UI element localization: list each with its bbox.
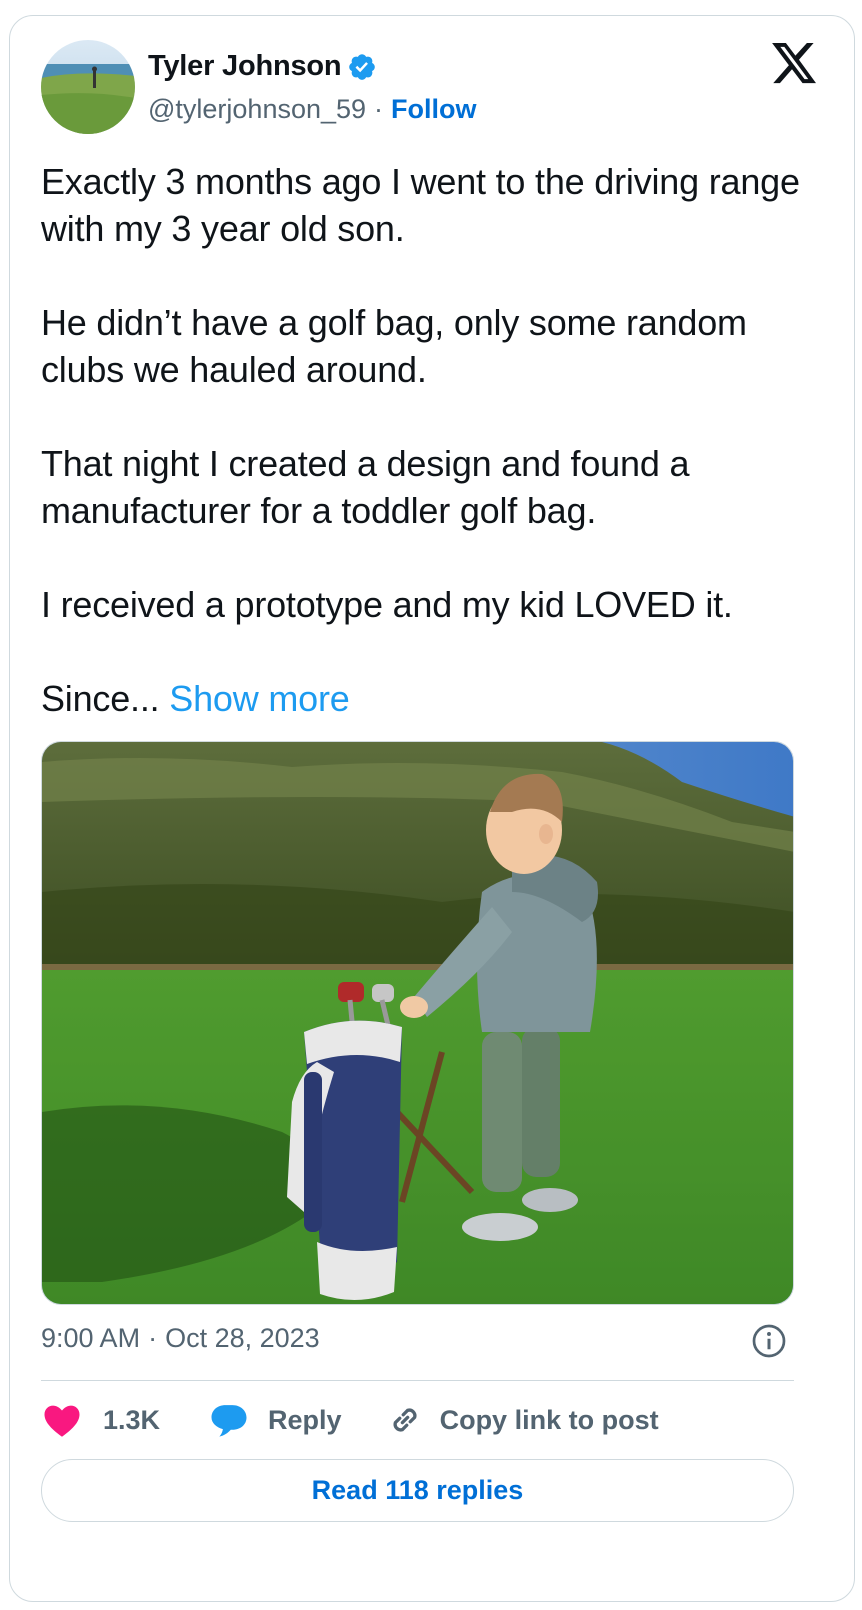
read-replies-button[interactable]: Read 118 replies bbox=[41, 1459, 794, 1522]
tweet-text: Exactly 3 months ago I went to the drivi… bbox=[41, 158, 821, 722]
heart-icon bbox=[44, 1405, 80, 1437]
copy-link-button[interactable]: Copy link to post bbox=[384, 1399, 659, 1441]
truncated-text: Since... bbox=[41, 678, 160, 719]
tweet-paragraph: He didn’t have a golf bag, only some ran… bbox=[41, 302, 747, 390]
post-timestamp[interactable]: 9:00 AM · Oct 28, 2023 bbox=[41, 1323, 320, 1354]
separator-dot: · bbox=[374, 94, 384, 124]
tweet-paragraph: I received a prototype and my kid LOVED … bbox=[41, 584, 733, 625]
tweet-paragraph-truncated: Since... Show more bbox=[41, 675, 821, 722]
author-name-row: Tyler Johnson bbox=[148, 50, 377, 83]
like-button[interactable]: 1.3K bbox=[41, 1399, 160, 1441]
copy-link-label: Copy link to post bbox=[439, 1404, 659, 1435]
reply-button[interactable]: Reply bbox=[208, 1399, 342, 1441]
action-bar: 1.3K Reply Copy link to post bbox=[41, 1398, 659, 1442]
x-logo-icon[interactable] bbox=[772, 43, 818, 85]
post-time: 9:00 AM bbox=[41, 1323, 141, 1353]
verified-badge-icon bbox=[349, 53, 376, 80]
tweet-paragraph: That night I created a design and found … bbox=[41, 443, 690, 531]
like-count: 1.3K bbox=[103, 1404, 161, 1435]
tweet-photo[interactable] bbox=[41, 741, 794, 1305]
separator-dot: · bbox=[148, 1323, 158, 1353]
reply-label: Reply bbox=[268, 1404, 342, 1435]
post-date: Oct 28, 2023 bbox=[165, 1323, 320, 1353]
divider bbox=[41, 1380, 794, 1381]
link-icon bbox=[393, 1408, 417, 1432]
reply-bubble-icon bbox=[211, 1405, 247, 1437]
author-handle[interactable]: @tylerjohnson_59 bbox=[148, 94, 366, 125]
author-name[interactable]: Tyler Johnson bbox=[148, 50, 342, 83]
avatar[interactable] bbox=[41, 40, 135, 134]
tweet-paragraph: Exactly 3 months ago I went to the drivi… bbox=[41, 161, 800, 249]
show-more-link[interactable]: Show more bbox=[169, 678, 349, 719]
author-handle-row: @tylerjohnson_59 · Follow bbox=[148, 94, 477, 125]
info-icon[interactable] bbox=[751, 1323, 787, 1359]
follow-button[interactable]: Follow bbox=[391, 94, 476, 125]
